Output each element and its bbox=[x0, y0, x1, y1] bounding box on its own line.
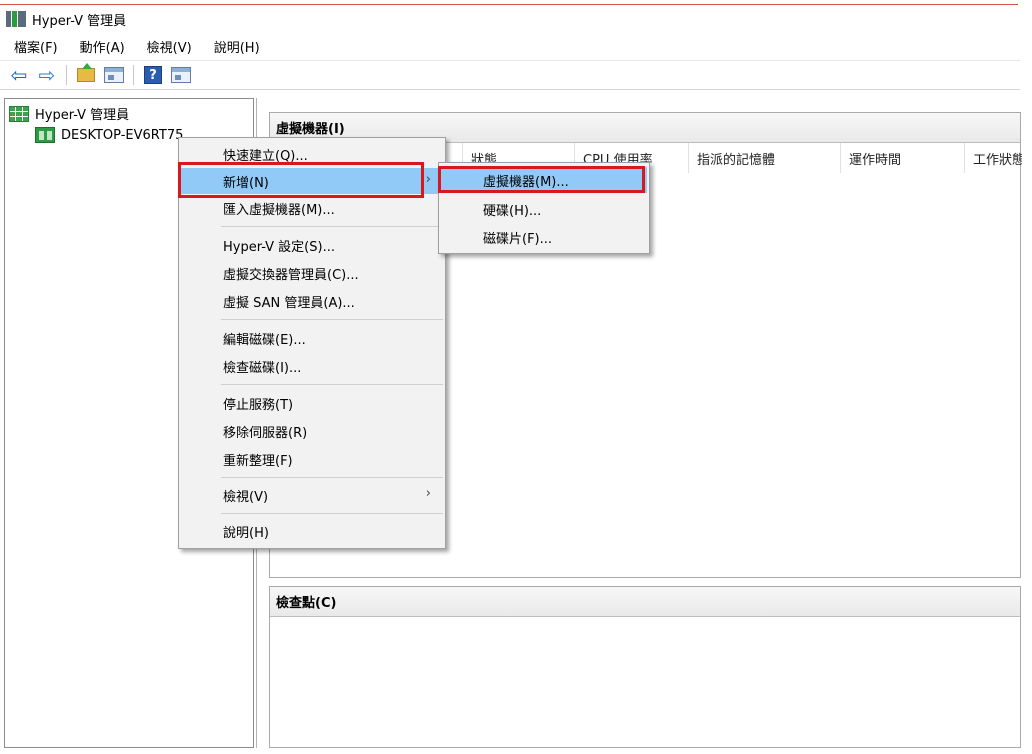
menu-item-help[interactable]: 說明(H) bbox=[181, 518, 443, 544]
menu-bar: 檔案(F) 動作(A) 檢視(V) 說明(H) bbox=[0, 34, 1020, 58]
menu-item-label: 停止服務(T) bbox=[223, 397, 294, 413]
hyperv-manager-icon bbox=[9, 105, 29, 122]
menu-item-label: 快速建立(Q)... bbox=[223, 148, 308, 164]
menu-item-new[interactable]: 新增(N) › bbox=[181, 168, 443, 194]
context-menu: 快速建立(Q)... 新增(N) › 匯入虛擬機器(M)... Hyper-V … bbox=[178, 137, 446, 549]
back-icon[interactable]: ⇦ bbox=[8, 65, 30, 85]
menu-item-hyperv-settings[interactable]: Hyper-V 設定(S)... bbox=[181, 232, 443, 258]
toolbar-separator bbox=[66, 65, 67, 85]
title-bar: Hyper-V 管理員 bbox=[0, 6, 1020, 32]
hyperv-app-icon bbox=[6, 11, 26, 27]
menu-item-view[interactable]: 檢視(V) › bbox=[181, 482, 443, 508]
menu-separator bbox=[221, 513, 443, 514]
submenu-item-floppy-disk[interactable]: 磁碟片(F)... bbox=[441, 224, 647, 250]
menu-help[interactable]: 說明(H) bbox=[210, 35, 264, 58]
menu-separator bbox=[221, 384, 443, 385]
menu-view[interactable]: 檢視(V) bbox=[143, 35, 196, 58]
menu-item-remove-server[interactable]: 移除伺服器(R) bbox=[181, 418, 443, 444]
menu-item-quick-create[interactable]: 快速建立(Q)... bbox=[181, 141, 443, 167]
menu-item-label: 新增(N) bbox=[223, 175, 269, 191]
forward-icon[interactable]: ⇨ bbox=[36, 65, 58, 85]
menu-file[interactable]: 檔案(F) bbox=[10, 35, 62, 58]
checkpoints-section: 檢查點(C) bbox=[269, 586, 1021, 748]
col-status[interactable]: 工作狀態 bbox=[964, 143, 1022, 173]
tree-root-hyperv-manager[interactable]: Hyper-V 管理員 bbox=[9, 104, 129, 123]
submenu-item-label: 硬碟(H)... bbox=[483, 203, 542, 219]
menu-item-label: Hyper-V 設定(S)... bbox=[223, 239, 335, 255]
menu-item-label: 重新整理(F) bbox=[223, 453, 293, 469]
menu-item-label: 虛擬交換器管理員(C)... bbox=[223, 267, 359, 283]
menu-item-edit-disk[interactable]: 編輯磁碟(E)... bbox=[181, 325, 443, 351]
menu-item-virtual-san-manager[interactable]: 虛擬 SAN 管理員(A)... bbox=[181, 288, 443, 314]
toolbar: ⇦ ⇨ ? bbox=[0, 60, 1020, 90]
up-folder-icon[interactable] bbox=[75, 63, 97, 85]
menu-item-label: 編輯磁碟(E)... bbox=[223, 332, 306, 348]
menu-item-label: 匯入虛擬機器(M)... bbox=[223, 202, 335, 218]
menu-item-label: 檢查磁碟(I)... bbox=[223, 360, 302, 376]
menu-item-label: 虛擬 SAN 管理員(A)... bbox=[223, 295, 355, 311]
help-icon[interactable]: ? bbox=[142, 65, 164, 85]
menu-item-import-vm[interactable]: 匯入虛擬機器(M)... bbox=[181, 195, 443, 221]
col-assigned-memory[interactable]: 指派的記憶體 bbox=[688, 143, 840, 173]
window-top-border bbox=[0, 4, 1018, 5]
new-submenu: 虛擬機器(M)... 硬碟(H)... 磁碟片(F)... bbox=[438, 162, 650, 254]
menu-item-label: 說明(H) bbox=[223, 525, 269, 541]
menu-item-stop-service[interactable]: 停止服務(T) bbox=[181, 390, 443, 416]
tree-node-server-label: DESKTOP-EV6RT75 bbox=[61, 127, 184, 143]
tree-root-label: Hyper-V 管理員 bbox=[35, 108, 130, 123]
checkpoints-header: 檢查點(C) bbox=[270, 587, 1020, 617]
menu-item-inspect-disk[interactable]: 檢查磁碟(I)... bbox=[181, 353, 443, 379]
menu-separator bbox=[221, 226, 443, 227]
server-icon bbox=[35, 127, 55, 143]
show-hide-console-tree-icon[interactable] bbox=[103, 65, 125, 85]
menu-item-virtual-switch-manager[interactable]: 虛擬交換器管理員(C)... bbox=[181, 260, 443, 286]
submenu-arrow-icon: › bbox=[425, 172, 431, 187]
menu-item-label: 移除伺服器(R) bbox=[223, 425, 308, 441]
col-uptime[interactable]: 運作時間 bbox=[840, 143, 964, 173]
submenu-item-hard-disk[interactable]: 硬碟(H)... bbox=[441, 196, 647, 222]
submenu-item-label: 虛擬機器(M)... bbox=[483, 174, 569, 190]
submenu-item-virtual-machine[interactable]: 虛擬機器(M)... bbox=[441, 167, 647, 193]
menu-action[interactable]: 動作(A) bbox=[76, 35, 129, 58]
show-hide-action-pane-icon[interactable] bbox=[170, 65, 192, 85]
menu-separator bbox=[221, 319, 443, 320]
submenu-arrow-icon: › bbox=[425, 486, 431, 501]
window-title: Hyper-V 管理員 bbox=[32, 13, 127, 29]
toolbar-separator bbox=[133, 65, 134, 85]
tree-node-server[interactable]: DESKTOP-EV6RT75 bbox=[35, 127, 183, 143]
menu-item-label: 檢視(V) bbox=[223, 489, 269, 505]
submenu-item-label: 磁碟片(F)... bbox=[483, 231, 553, 247]
menu-item-refresh[interactable]: 重新整理(F) bbox=[181, 446, 443, 472]
menu-separator bbox=[221, 477, 443, 478]
